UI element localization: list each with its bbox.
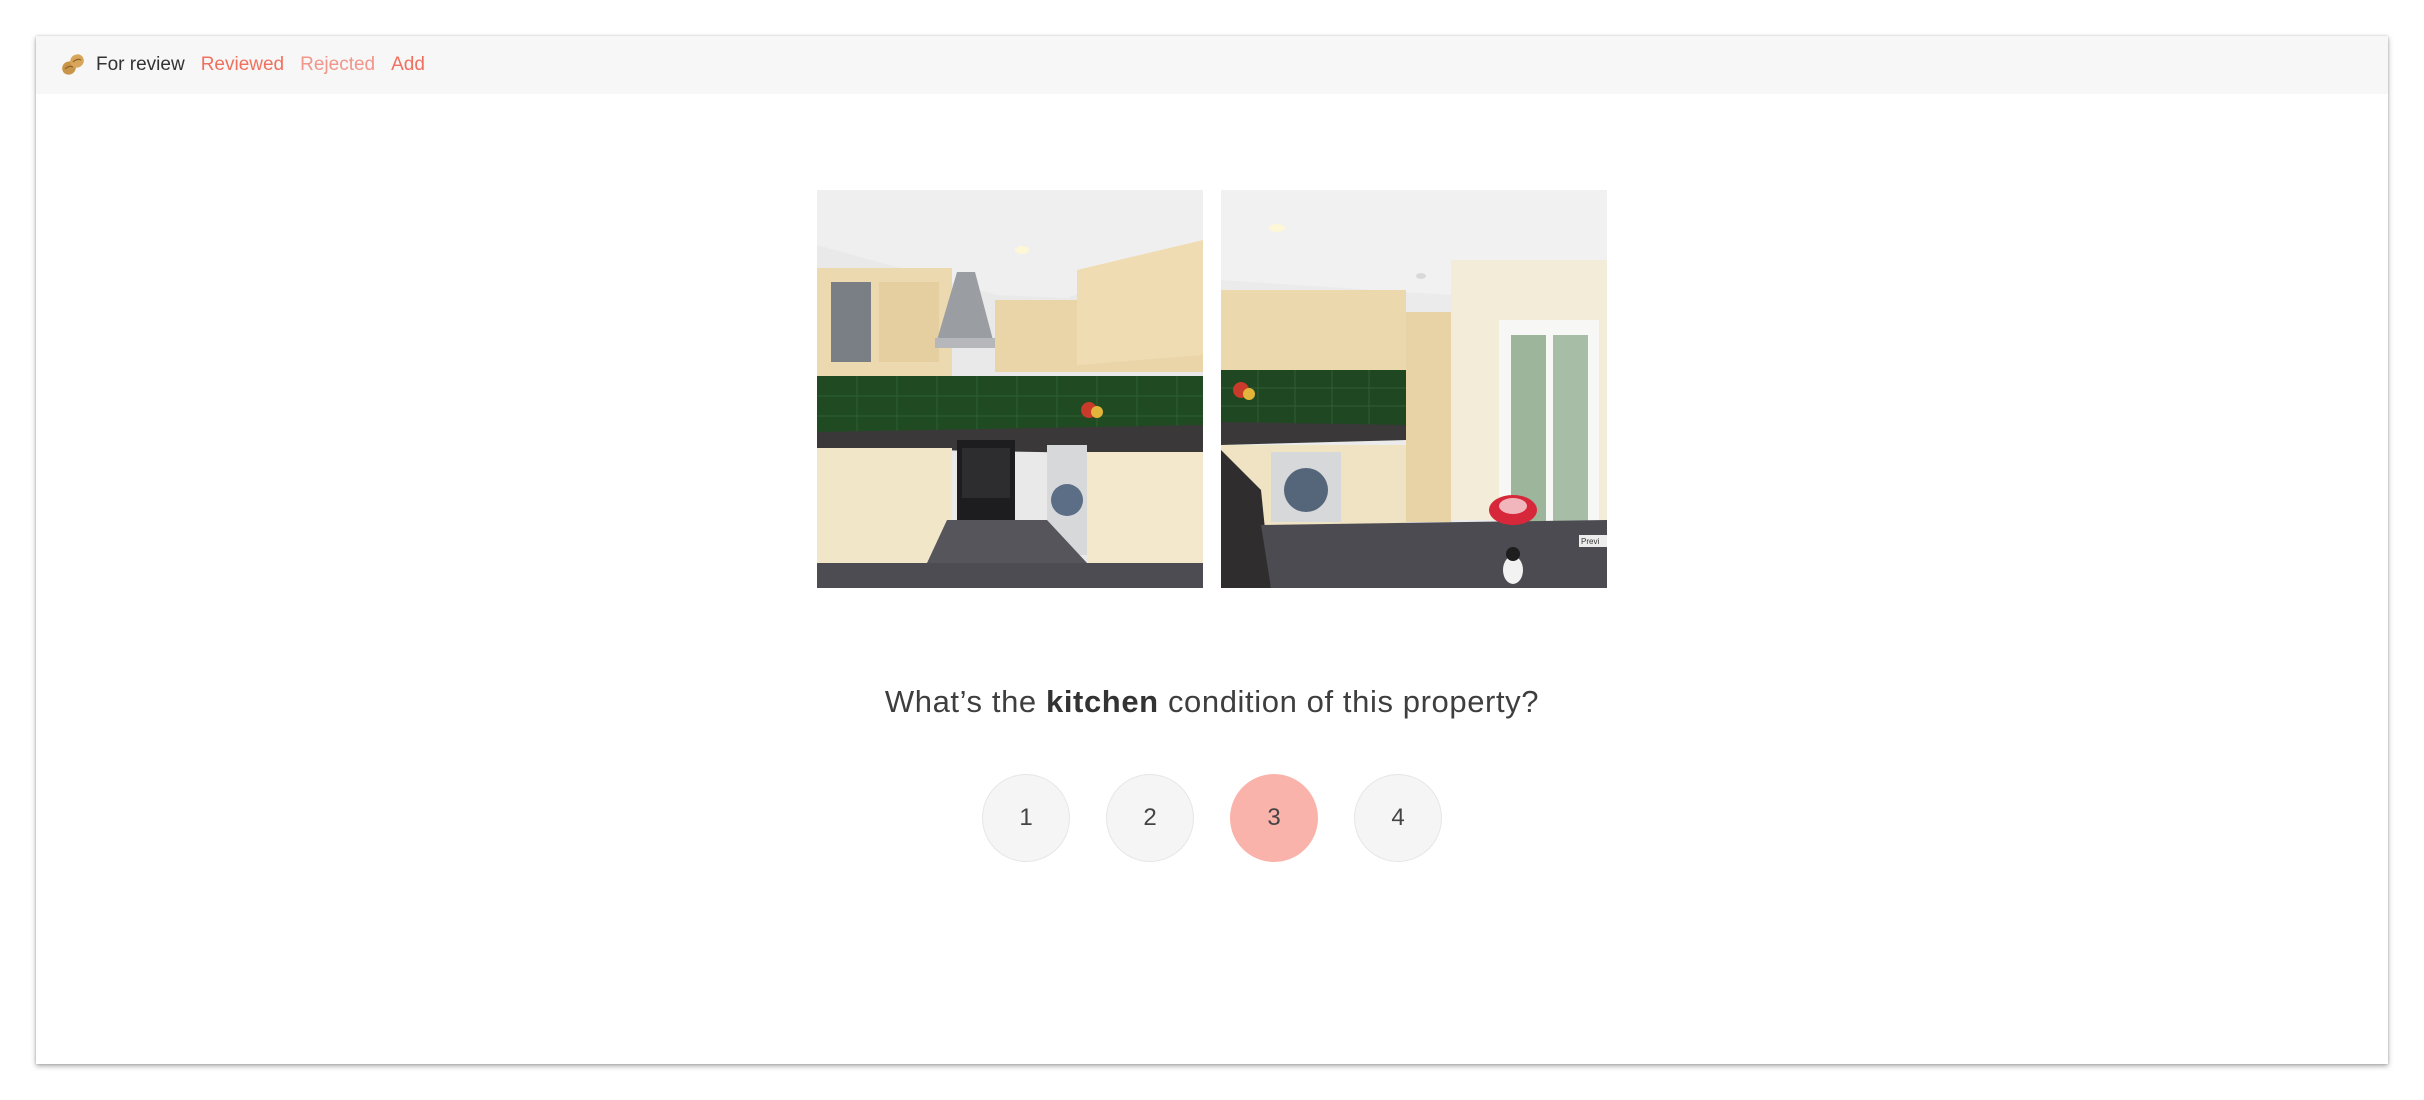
nav-add[interactable]: Add bbox=[391, 54, 425, 76]
top-nav-bar: For review Reviewed Rejected Add bbox=[36, 36, 2388, 94]
question-room: kitchen bbox=[1045, 684, 1159, 719]
photo-watermark: Previ bbox=[1581, 537, 1599, 546]
property-photos: Previ bbox=[817, 190, 1607, 588]
rating-options: 1 2 3 4 bbox=[36, 774, 2388, 862]
nav-for-review[interactable]: For review bbox=[96, 54, 185, 76]
rating-button-3[interactable]: 3 bbox=[1230, 774, 1318, 862]
nav-rejected[interactable]: Rejected bbox=[300, 54, 375, 76]
kitchen-photo-2: Previ bbox=[1221, 190, 1607, 588]
nav-reviewed[interactable]: Reviewed bbox=[201, 54, 284, 76]
kitchen-photo-1 bbox=[817, 190, 1203, 588]
condition-question: What’s the kitchen condition of this pro… bbox=[36, 684, 2388, 720]
question-prefix: What’s the bbox=[884, 684, 1037, 719]
peanut-icon[interactable] bbox=[60, 52, 86, 78]
rating-button-2[interactable]: 2 bbox=[1106, 774, 1194, 862]
rating-button-1[interactable]: 1 bbox=[982, 774, 1070, 862]
app-window: For review Reviewed Rejected Add Previ W… bbox=[36, 36, 2388, 1064]
question-suffix: condition of this property? bbox=[1167, 684, 1540, 719]
rating-button-4[interactable]: 4 bbox=[1354, 774, 1442, 862]
